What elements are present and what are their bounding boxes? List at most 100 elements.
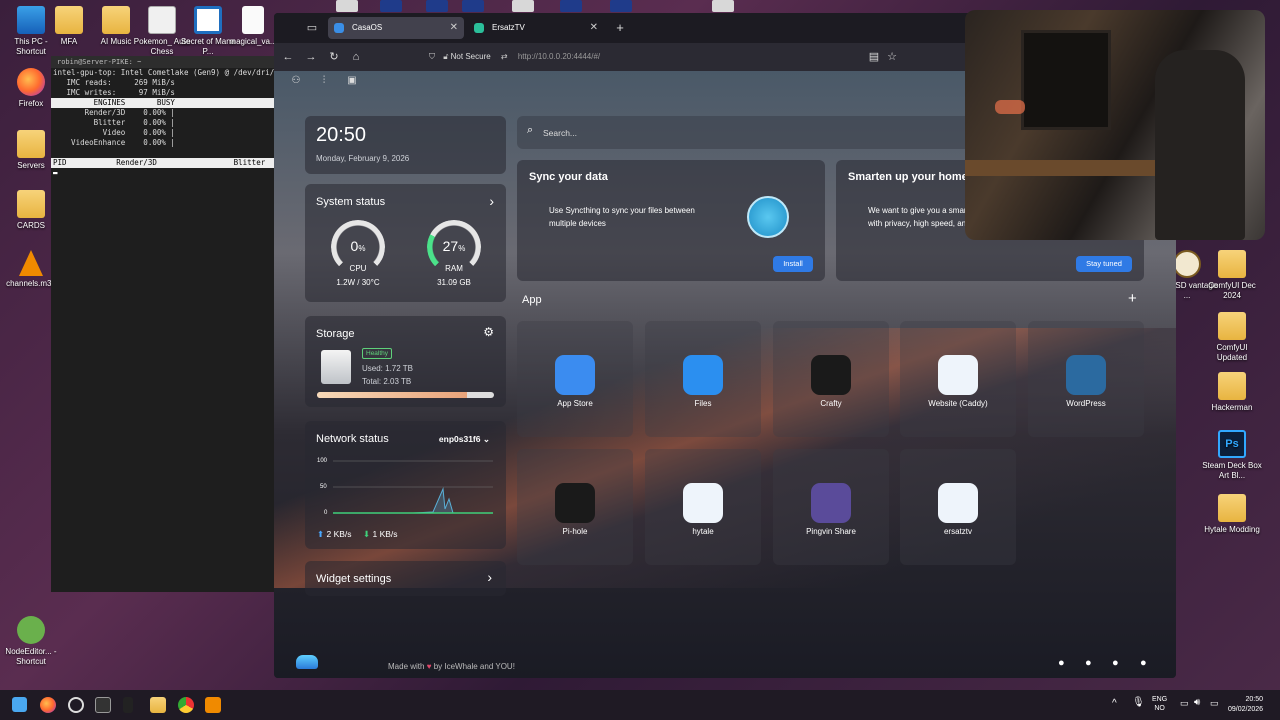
network-interface-select[interactable]: enp0s31f6 ⌄	[439, 434, 490, 445]
desktop-icon-label: NodeEditor... - Shortcut	[5, 647, 57, 666]
home-icon[interactable]: ⌂	[348, 49, 364, 65]
terminal-line: intel-gpu-top: Intel Cometlake (Gen9) @ …	[53, 68, 279, 77]
app-tile[interactable]: ersatztv	[900, 449, 1016, 565]
language-indicator[interactable]: ENG NO	[1152, 695, 1167, 713]
network-upload-line	[333, 487, 493, 514]
promo-sync-card: Sync your data Use Syncthing to sync you…	[517, 160, 825, 281]
new-tab-button[interactable]: +	[612, 20, 628, 36]
arrow-down-icon: ⬇	[363, 529, 371, 539]
app-tile[interactable]: Files	[645, 321, 761, 437]
terminal-icon[interactable]	[95, 697, 111, 713]
app-tile[interactable]: Crafty	[773, 321, 889, 437]
desktop-icon-hackerman[interactable]: Hackerman	[1201, 372, 1263, 413]
stay-tuned-button[interactable]: Stay tuned	[1076, 256, 1132, 272]
network-widget[interactable]: Network status enp0s31f6 ⌄ 100 50 0 ⬆ 2 …	[305, 421, 506, 549]
footer-credit: Made with ♥ by IceWhale and YOU!	[388, 662, 515, 671]
ram-value: 27%	[442, 238, 466, 254]
folder-icon[interactable]	[150, 697, 166, 713]
back-icon[interactable]: ←	[280, 49, 296, 65]
not-secure-label: Not Secure	[450, 52, 491, 61]
app-tile[interactable]: Website (Caddy)	[900, 321, 1016, 437]
search-input[interactable]: ⌕ Search...	[517, 116, 977, 149]
promo-home-title: Smarten up your home	[848, 171, 968, 183]
app-label: Pi-hole	[562, 527, 588, 536]
vlc-icon[interactable]	[205, 697, 221, 713]
close-icon[interactable]: ✕	[590, 17, 598, 39]
desktop-partial-icon	[512, 0, 534, 12]
chevron-up-icon[interactable]: ^	[1112, 698, 1117, 709]
app-tile[interactable]: Pingvin Share	[773, 449, 889, 565]
storage-widget[interactable]: Storage ⚙ Healthy Used: 1.72 TB Total: 2…	[305, 316, 506, 407]
chrome-icon[interactable]	[178, 697, 194, 713]
github-icon[interactable]: ●	[1112, 657, 1119, 669]
storage-title: Storage	[316, 328, 355, 340]
vlc-icon	[19, 250, 43, 276]
desktop-icon-comfyui-dec[interactable]: ComfyUI Dec 2024	[1201, 250, 1263, 301]
reload-icon[interactable]: ↻	[326, 49, 342, 65]
desktop-icon-nodeeditor[interactable]: NodeEditor... - Shortcut	[0, 616, 62, 667]
bookmark-star-icon[interactable]: ☆	[884, 49, 900, 65]
taskbar: ^ 🎙︎ ENG NO ▭ 🔊︎ ▭ 20:50 09/02/2026	[0, 690, 1280, 720]
file-icon	[242, 6, 264, 34]
webcam-chair	[1155, 50, 1245, 240]
gear-icon[interactable]: ⚙	[483, 325, 494, 339]
terminal-engines-header: ENGINES BUSY	[51, 98, 276, 108]
tab-casaos[interactable]: CasaOS ✕	[328, 17, 464, 39]
folder-icon	[1218, 372, 1246, 400]
folder-icon	[17, 130, 45, 158]
app-icon[interactable]	[123, 697, 133, 713]
app-tile[interactable]: Pi-hole	[517, 449, 633, 565]
app-tile[interactable]: hytale	[645, 449, 761, 565]
forum-icon[interactable]: ●	[1058, 657, 1065, 669]
webcam-shelf	[1021, 30, 1111, 130]
forward-icon[interactable]: →	[303, 49, 319, 65]
syncthing-icon	[747, 196, 789, 238]
desktop-icon-steam-deck[interactable]: Ps Steam Deck Box Art Bl...	[1201, 430, 1263, 481]
firefox-icon[interactable]	[40, 697, 56, 713]
app-tile[interactable]: WordPress	[1028, 321, 1144, 437]
widget-settings-button[interactable]: Widget settings ›	[305, 561, 506, 596]
settings-sliders-icon[interactable]: ⫶	[316, 73, 332, 89]
terminal-engine-row: VideoEnhance 0.00% |	[53, 138, 175, 147]
install-button[interactable]: Install	[773, 256, 813, 272]
system-status-widget[interactable]: System status › 0% CPU 1.2W / 30°C 27% R…	[305, 184, 506, 302]
tab-list-icon[interactable]: ▭	[304, 20, 320, 36]
app-icon	[1173, 250, 1201, 278]
microphone-icon[interactable]: 🎙︎	[1132, 697, 1145, 708]
reader-icon[interactable]: ▤	[866, 49, 882, 65]
chevron-down-icon: ⌄	[482, 434, 490, 444]
app-label: WordPress	[1066, 399, 1106, 408]
desktop-icon-comfyui-updated[interactable]: ComfyUI Updated	[1201, 312, 1263, 363]
download-speed: ⬇ 1 KB/s	[363, 529, 398, 539]
ram-info: 31.09 GB	[437, 278, 471, 287]
casaos-tab-icon	[334, 23, 344, 33]
firefox-icon	[17, 68, 45, 96]
url-bar[interactable]: ⛉ 🔓︎ Not Secure ⇄ http://10.0.0.20:4444/…	[429, 47, 899, 67]
taskbar-clock[interactable]: 20:50 09/02/2026	[1228, 695, 1263, 715]
crafty-icon	[811, 355, 851, 395]
cpu-info: 1.2W / 30°C	[336, 278, 380, 287]
volume-icon[interactable]: 🔊︎	[1194, 697, 1200, 708]
tab-ersatztv[interactable]: ErsatzTV ✕	[468, 17, 604, 39]
network-axis-50: 50	[320, 484, 327, 490]
close-icon[interactable]: ✕	[450, 17, 458, 39]
cube-icon	[938, 483, 978, 523]
chat-icon[interactable]: ●	[1140, 657, 1147, 669]
terminal-window[interactable]: robin@Server-PIKE: ~ intel-gpu-top: Inte…	[51, 56, 279, 592]
discord-icon[interactable]: ●	[1085, 657, 1092, 669]
battery-icon[interactable]: ▭	[1210, 698, 1219, 709]
app-icon[interactable]	[68, 697, 84, 713]
desktop-icon-hytale-modding[interactable]: Hytale Modding	[1201, 494, 1263, 535]
add-app-button[interactable]: +	[1128, 290, 1137, 307]
wordpress-icon	[1066, 355, 1106, 395]
terminal-cursor: ▬	[53, 168, 58, 177]
user-icon[interactable]: ⚇	[288, 73, 304, 89]
chevron-right-icon[interactable]: ›	[489, 193, 494, 209]
cube-icon	[938, 355, 978, 395]
webcam-desk	[965, 160, 1165, 176]
terminal-icon[interactable]: ▣	[344, 73, 360, 89]
desktop-partial-icon	[380, 0, 402, 12]
app-tile[interactable]: App Store	[517, 321, 633, 437]
windows-start-icon[interactable]	[12, 697, 27, 712]
network-icon[interactable]: ▭	[1180, 698, 1189, 709]
